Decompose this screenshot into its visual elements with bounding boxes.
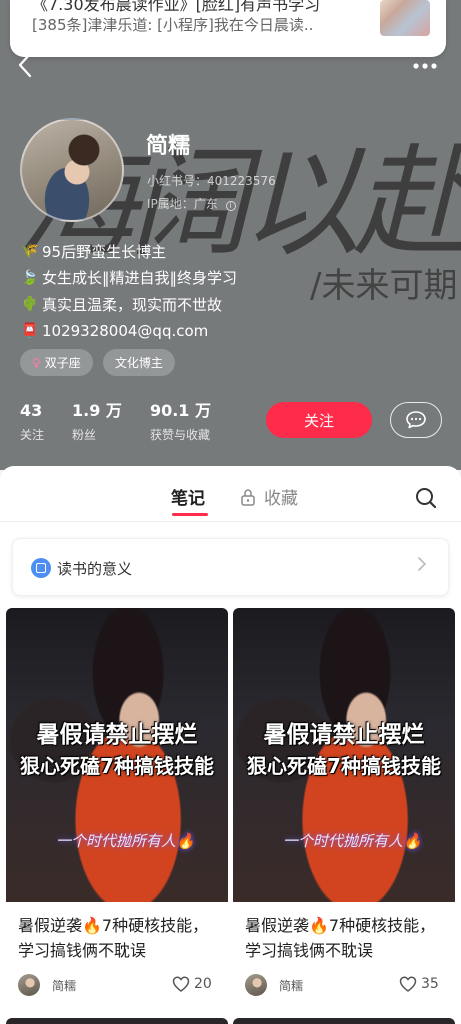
tag-zodiac[interactable]: ♀ 双子座 [20, 349, 93, 376]
collection-entry[interactable]: 读书的意义 [12, 538, 449, 596]
note-card-peek[interactable] [233, 1018, 455, 1024]
tab-collect-label: 收藏 [264, 489, 298, 509]
stat-label: 粉丝 [72, 428, 97, 442]
chevron-right-icon [417, 556, 427, 577]
bio-text: 女生成长‖精进自我‖终身学习 [42, 269, 238, 288]
note-author[interactable]: 简糯 [18, 974, 76, 996]
cover-subheadline: 狠心死磕7种搞钱技能 [247, 754, 441, 778]
stat-label: 关注 [20, 428, 45, 442]
notification-title: 《7.30发布晨读作业》[脸红]有声书学习 [32, 0, 321, 14]
bio-text: 95后野蛮生长博主 [42, 242, 167, 261]
profile-header: 海阔以赴 /未来可期 《7.30发布晨读作业》[脸红]有声书学习 [385条]津… [0, 0, 461, 470]
author-avatar [245, 974, 267, 996]
collection-title: 读书的意义 [57, 560, 133, 578]
profile-tags: ♀ 双子座 文化博主 [20, 349, 175, 376]
ip-location: IP属地：广东 [147, 197, 218, 211]
background-slogan: /未来可期 [310, 266, 458, 306]
note-cover: 暑假请禁止摆烂 狠心死磕7种搞钱技能 一个时代抛所有人🔥 [233, 608, 455, 902]
red-id: 小红书号：401223576 [147, 174, 276, 188]
wheat-icon: 🌾 [21, 243, 39, 260]
stat-likes-collects[interactable]: 90.1 万 获赞与收藏 [150, 400, 211, 443]
info-icon[interactable]: i [225, 201, 236, 211]
heart-icon [172, 976, 190, 992]
profile-nickname: 简糯 [146, 134, 191, 159]
follow-button[interactable]: 关注 [266, 402, 372, 438]
chat-bubble-icon [406, 411, 426, 429]
cover-tagline: 一个时代抛所有人🔥 [283, 832, 422, 850]
tag-label: 文化博主 [114, 356, 163, 370]
tab-bar: 笔记 收藏 [0, 466, 461, 522]
author-name: 简糯 [52, 978, 77, 993]
search-icon[interactable] [414, 486, 438, 510]
like-count: 20 [194, 976, 212, 992]
note-card[interactable]: 暑假请禁止摆烂 狠心死磕7种搞钱技能 一个时代抛所有人🔥 暑假逆袭🔥7种硬核技能… [6, 608, 228, 1008]
notification-message: [385条]津津乐道: [小程序]我在今日晨读.. [32, 16, 314, 34]
bio: 🌾 95后野蛮生长博主 🍃 女生成长‖精进自我‖终身学习 🌵 真实且温柔，现实而… [20, 238, 320, 344]
stat-value: 43 [20, 401, 43, 420]
bio-line: 🌾 95后野蛮生长博主 [20, 238, 320, 265]
tab-collect[interactable]: 收藏 [240, 484, 298, 509]
cover-tagline: 一个时代抛所有人🔥 [56, 832, 195, 850]
mailbox-icon: 📮 [21, 322, 39, 339]
female-icon: ♀ [32, 355, 41, 370]
note-title: 暑假逆袭🔥7种硬核技能，学习搞钱俩不耽误 [245, 916, 436, 960]
tag-category[interactable]: 文化博主 [102, 349, 175, 376]
author-avatar [18, 974, 40, 996]
bio-email: 1029328004@qq.com [42, 321, 209, 340]
heart-icon [399, 976, 417, 992]
profile-stats: 43 关注 1.9 万 粉丝 90.1 万 获赞与收藏 [20, 400, 239, 443]
stat-followers[interactable]: 1.9 万 粉丝 [72, 400, 122, 443]
like-count: 35 [421, 976, 439, 992]
avatar[interactable] [20, 118, 124, 222]
bio-line: 📮 1029328004@qq.com [20, 318, 320, 345]
stat-value: 90.1 万 [149, 401, 211, 420]
author-name: 简糯 [279, 978, 304, 993]
note-title: 暑假逆袭🔥7种硬核技能，学习搞钱俩不耽误 [18, 916, 209, 960]
stat-value: 1.9 万 [72, 401, 122, 420]
collection-icon [31, 558, 51, 578]
cover-subheadline: 狠心死磕7种搞钱技能 [20, 754, 214, 778]
note-card[interactable]: 暑假请禁止摆烂 狠心死磕7种搞钱技能 一个时代抛所有人🔥 暑假逆袭🔥7种硬核技能… [233, 608, 455, 1008]
cactus-icon: 🌵 [21, 296, 39, 313]
more-options-icon[interactable] [412, 52, 442, 76]
bio-line: 🍃 女生成长‖精进自我‖终身学习 [20, 265, 320, 292]
note-card-peek[interactable] [6, 1018, 228, 1024]
tag-label: 双子座 [44, 356, 81, 370]
like-button[interactable]: 20 [172, 976, 212, 992]
lock-icon [241, 488, 255, 506]
bio-text: 真实且温柔，现实而不世故 [42, 295, 223, 314]
ip-location-row: IP属地：广东 i [147, 195, 236, 212]
back-icon[interactable] [18, 52, 42, 80]
notification-thumbnail [380, 0, 430, 36]
cover-headline: 暑假请禁止摆烂 [36, 722, 198, 748]
notification-card[interactable]: 《7.30发布晨读作业》[脸红]有声书学习 [385条]津津乐道: [小程序]我… [10, 0, 446, 57]
active-tab-indicator [172, 513, 208, 516]
stat-label: 获赞与收藏 [149, 428, 210, 442]
content-panel: 笔记 收藏 读书的意义 暑假请禁止摆烂 狠心死磕7种搞钱技能 一个时代抛所有人🔥… [0, 466, 461, 1024]
stat-following[interactable]: 43 关注 [20, 400, 44, 443]
bio-line: 🌵 真实且温柔，现实而不世故 [20, 291, 320, 318]
next-cards-peek [6, 1018, 455, 1024]
tab-notes[interactable]: 笔记 [171, 484, 205, 509]
message-button[interactable] [390, 402, 442, 438]
like-button[interactable]: 35 [399, 976, 439, 992]
note-author[interactable]: 简糯 [245, 974, 303, 996]
note-cover: 暑假请禁止摆烂 狠心死磕7种搞钱技能 一个时代抛所有人🔥 [6, 608, 228, 902]
cover-headline: 暑假请禁止摆烂 [263, 722, 425, 748]
leaf-icon: 🍃 [21, 269, 39, 286]
